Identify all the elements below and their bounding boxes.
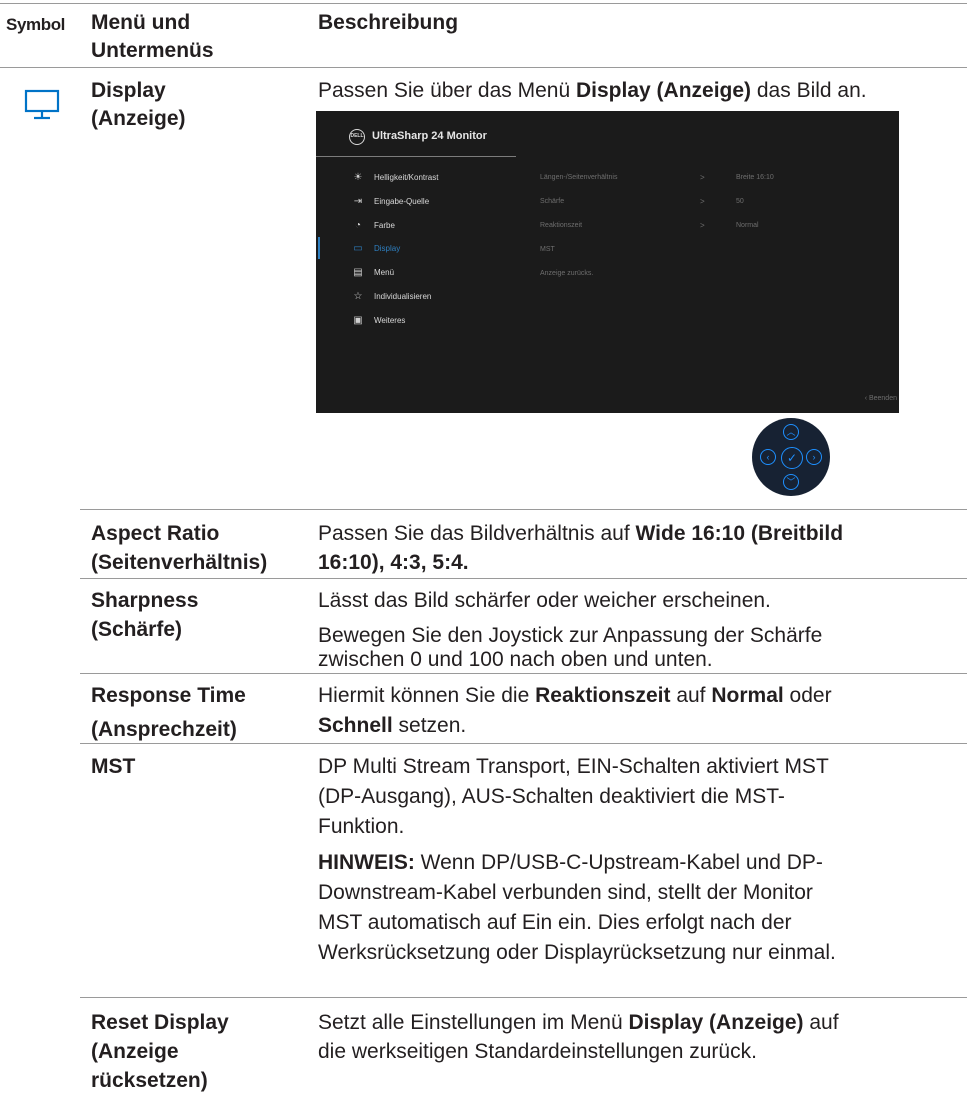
sharpness-description-line1: Lässt das Bild schärfer oder weicher ers… — [318, 589, 771, 612]
reset-description-line2: die werkseitigen Standardeinstellungen z… — [318, 1040, 757, 1063]
mst-note-line1: HINWEIS: Wenn DP/USB-C-Upstream-Kabel un… — [318, 851, 823, 874]
osd-menu-menu[interactable]: ▤ Menü — [352, 266, 522, 282]
display-name-line2: (Anzeige) — [91, 107, 186, 130]
mst-description-line2: (DP-Ausgang), AUS-Schalten deaktiviert d… — [318, 785, 785, 808]
chevron-right-icon: > — [700, 173, 705, 182]
response-name-line1: Response Time — [91, 684, 246, 707]
chevron-left-icon: ‹ — [760, 449, 776, 465]
reset-name-line2: (Anzeige — [91, 1040, 179, 1063]
mst-note-line4: Werksrücksetzung oder Displayrücksetzung… — [318, 941, 836, 964]
mst-description-line3: Funktion. — [318, 815, 405, 838]
osd-sub-sharpness-value: 50 — [736, 198, 744, 205]
rule-header — [0, 67, 967, 68]
osd-sub-reset[interactable]: Anzeige zurücks. — [540, 268, 593, 280]
osd-sub-aspect[interactable]: Längen-/Seitenverhältnis — [540, 172, 617, 184]
rule-top — [0, 3, 967, 4]
brightness-icon: ☀ — [353, 172, 363, 183]
aspect-description-line2: 16:10), 4:3, 5:4. — [318, 551, 469, 574]
dell-logo: DELL — [349, 129, 365, 145]
sharpness-name-line2: (Schärfe) — [91, 618, 183, 641]
sharpness-description-line3: zwischen 0 und 100 nach oben und unten. — [318, 648, 713, 671]
reset-name-line1: Reset Display — [91, 1011, 229, 1034]
reset-name-line3: rücksetzen) — [91, 1069, 208, 1092]
response-description-line2: Schnell setzen. — [318, 714, 467, 737]
osd-exit[interactable]: ‹ Beenden — [865, 395, 897, 402]
osd-menu-personalize[interactable]: ☆ Individualisieren — [352, 290, 522, 306]
header-menu-line1: Menü und — [91, 11, 191, 34]
response-name-line2: (Ansprechzeit) — [91, 718, 237, 741]
input-source-icon: ⇥ — [353, 196, 363, 207]
osd-menu-color[interactable]: ◔ Farbe — [352, 219, 522, 235]
mst-note-line2: Downstream-Kabel verbunden sind, stellt … — [318, 881, 813, 904]
header-symbol: Symbol — [6, 15, 66, 34]
osd-screenshot: DELL UltraSharp 24 Monitor ☀ Helligkeit/… — [316, 111, 899, 413]
sharpness-name-line1: Sharpness — [91, 589, 199, 612]
rule-display — [80, 509, 967, 510]
header-menu-line2: Untermenüs — [91, 39, 214, 62]
others-icon: ▣ — [353, 315, 363, 326]
rule-aspect — [80, 578, 967, 579]
osd-menu-display[interactable]: ▭ Display — [352, 242, 522, 258]
chevron-down-icon: ﹀ — [783, 474, 799, 490]
osd-sub-aspect-value: Breite 16:10 — [736, 174, 774, 181]
chevron-right-icon: > — [700, 197, 705, 206]
osd-sub-sharpness[interactable]: Schärfe — [540, 196, 564, 208]
response-description-line1: Hiermit können Sie die Reaktionszeit auf… — [318, 684, 832, 707]
header-description: Beschreibung — [318, 11, 459, 34]
chevron-up-icon: ︿ — [783, 424, 799, 440]
osd-menu-others[interactable]: ▣ Weiteres — [352, 314, 522, 330]
rule-mst — [80, 997, 967, 998]
osd-title-underline — [316, 156, 516, 157]
reset-description-line1: Setzt alle Einstellungen im Menü Display… — [318, 1011, 839, 1034]
chevron-right-icon: › — [806, 449, 822, 465]
mst-name: MST — [91, 755, 136, 778]
osd-menu-input-source[interactable]: ⇥ Eingabe-Quelle — [352, 195, 522, 211]
osd-selection-bar — [318, 237, 320, 259]
mst-description-line1: DP Multi Stream Transport, EIN-Schalten … — [318, 755, 829, 778]
star-icon: ☆ — [353, 291, 363, 302]
osd-sub-response[interactable]: Reaktionszeit — [540, 220, 582, 232]
mst-note-line3: MST automatisch auf Ein ein. Dies erfolg… — [318, 911, 792, 934]
osd-title: UltraSharp 24 Monitor — [372, 130, 487, 142]
aspect-name-line2: (Seitenverhältnis) — [91, 551, 268, 574]
display-icon — [24, 89, 60, 120]
joystick-illustration: ︿ ‹ ✓ › ﹀ — [752, 418, 830, 496]
display-name-line1: Display — [91, 79, 166, 102]
display-icon: ▭ — [353, 243, 363, 254]
chevron-right-icon: > — [700, 221, 705, 230]
aspect-name-line1: Aspect Ratio — [91, 522, 220, 545]
display-description: Passen Sie über das Menü Display (Anzeig… — [318, 79, 867, 102]
aspect-description-line1: Passen Sie das Bildverhältnis auf Wide 1… — [318, 522, 844, 545]
check-icon: ✓ — [781, 447, 803, 469]
menu-icon: ▤ — [353, 267, 363, 278]
osd-sub-response-value: Normal — [736, 222, 759, 229]
color-palette-icon: ◔ — [354, 220, 362, 231]
osd-sub-mst[interactable]: MST — [540, 244, 555, 256]
osd-menu-brightness[interactable]: ☀ Helligkeit/Kontrast — [352, 171, 522, 187]
